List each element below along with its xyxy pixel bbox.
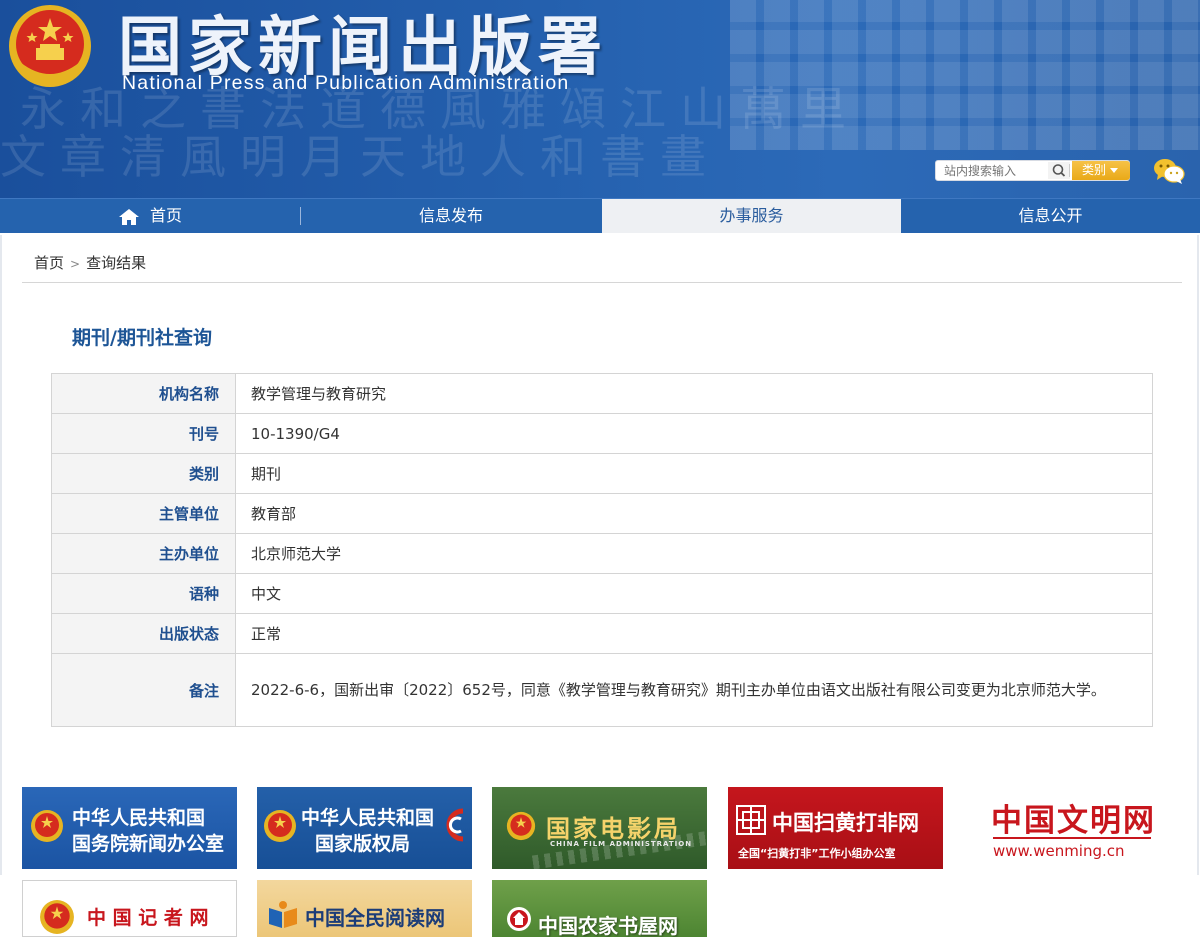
link-shdf[interactable]: 中国扫黄打非网 全国“扫黄打非”工作小组办公室 bbox=[728, 787, 943, 869]
wechat-icon[interactable] bbox=[1153, 157, 1185, 185]
result-table: 机构名称 教学管理与教育研究 刊号 10-1390/G4 类别 期刊 主管单位 … bbox=[51, 373, 1153, 727]
field-label: 备注 bbox=[51, 653, 236, 727]
banner-subtitle: 国务院新闻办公室 bbox=[72, 833, 225, 855]
table-row: 类别 期刊 bbox=[51, 453, 1153, 494]
field-label: 语种 bbox=[51, 573, 236, 614]
main-nav: 首页 信息发布 办事服务 信息公开 bbox=[0, 198, 1200, 233]
field-value: 教育部 bbox=[235, 493, 1153, 534]
national-emblem-icon bbox=[40, 900, 74, 934]
banner-title: 中华人民共和国 bbox=[72, 807, 206, 829]
chevron-down-icon bbox=[1110, 168, 1119, 173]
national-emblem-icon bbox=[506, 811, 536, 841]
banner-title: 国家电影局 bbox=[546, 815, 681, 843]
banner-subtitle: www.wenming.cn bbox=[993, 842, 1125, 860]
nav-item-info-disclosure[interactable]: 信息公开 bbox=[901, 199, 1200, 233]
nav-item-info-release[interactable]: 信息发布 bbox=[301, 199, 601, 233]
link-wenming[interactable]: 中国文明网 www.wenming.cn bbox=[963, 787, 1178, 869]
table-row: 机构名称 教学管理与教育研究 bbox=[51, 373, 1153, 414]
nav-label: 首页 bbox=[149, 206, 182, 225]
banner-title: 中华人民共和国 bbox=[301, 807, 435, 829]
link-ncac[interactable]: 中华人民共和国 国家版权局 bbox=[257, 787, 472, 869]
field-label: 刊号 bbox=[51, 413, 236, 454]
farmhouse-logo-icon bbox=[507, 907, 531, 931]
shdf-logo-icon bbox=[736, 805, 766, 835]
table-row: 出版状态 正常 bbox=[51, 613, 1153, 654]
national-emblem-icon[interactable] bbox=[6, 2, 94, 90]
nav-label: 信息公开 bbox=[1018, 206, 1083, 225]
national-emblem-icon bbox=[264, 810, 296, 842]
field-value: 期刊 bbox=[235, 453, 1153, 494]
banner-title: 中国全民阅读网 bbox=[305, 906, 445, 930]
table-row: 主管单位 教育部 bbox=[51, 493, 1153, 534]
table-row: 语种 中文 bbox=[51, 573, 1153, 614]
field-value: 正常 bbox=[235, 613, 1153, 654]
search-icon[interactable] bbox=[1048, 162, 1070, 179]
field-label: 机构名称 bbox=[51, 373, 236, 414]
category-label: 类别 bbox=[1082, 163, 1107, 177]
banner-title: 中国文明网 bbox=[991, 803, 1156, 839]
link-scio[interactable]: 中华人民共和国 国务院新闻办公室 bbox=[22, 787, 237, 869]
nav-item-services[interactable]: 办事服务 bbox=[602, 199, 901, 233]
nav-item-home[interactable]: 首页 bbox=[0, 199, 300, 233]
breadcrumb-current: 查询结果 bbox=[86, 254, 147, 272]
table-row: 备注 2022-6-6，国新出审〔2022〕652号，同意《教学管理与教育研究》… bbox=[51, 653, 1153, 727]
nav-label: 办事服务 bbox=[719, 206, 784, 225]
page-title: 期刊/期刊社查询 bbox=[72, 327, 212, 349]
field-label: 类别 bbox=[51, 453, 236, 494]
banner-title: 中国农家书屋网 bbox=[538, 914, 678, 937]
link-farmhouse-library[interactable]: 中国农家书屋网 bbox=[492, 880, 707, 937]
site-header: 永和之書法道德風雅頌江山萬里 文章清風明月天地人和書畫 国家新闻出版署 Nati… bbox=[0, 0, 1200, 198]
breadcrumb: 首页 > 查询结果 bbox=[34, 252, 146, 273]
page-border bbox=[1197, 235, 1199, 875]
page-border bbox=[0, 235, 2, 875]
link-journalist[interactable]: 中 国 记 者 网 bbox=[22, 880, 237, 937]
book-icon bbox=[269, 901, 297, 928]
home-icon bbox=[118, 208, 139, 225]
site-subtitle: National Press and Publication Administr… bbox=[122, 72, 570, 94]
divider bbox=[993, 837, 1151, 839]
copyright-logo-icon bbox=[446, 808, 464, 842]
banner-title: 中国扫黄打非网 bbox=[772, 811, 919, 835]
header-calligraphy: 文章清風明月天地人和書畫 bbox=[0, 130, 720, 184]
field-value: 中文 bbox=[235, 573, 1153, 614]
table-row: 主办单位 北京师范大学 bbox=[51, 533, 1153, 574]
table-row: 刊号 10-1390/G4 bbox=[51, 413, 1153, 454]
field-value: 10-1390/G4 bbox=[235, 413, 1153, 454]
category-dropdown[interactable]: 类别 bbox=[1072, 161, 1130, 180]
banner-title: 中 国 记 者 网 bbox=[87, 907, 209, 929]
banner-subtitle: 全国“扫黄打非”工作小组办公室 bbox=[738, 847, 896, 860]
search-input[interactable] bbox=[936, 161, 1048, 180]
banner-subtitle: 国家版权局 bbox=[315, 833, 411, 855]
nav-label: 信息发布 bbox=[418, 206, 483, 225]
breadcrumb-home-link[interactable]: 首页 bbox=[34, 254, 64, 272]
field-label: 出版状态 bbox=[51, 613, 236, 654]
national-emblem-icon bbox=[31, 810, 63, 842]
divider bbox=[22, 282, 1182, 283]
field-label: 主管单位 bbox=[51, 493, 236, 534]
field-value: 教学管理与教育研究 bbox=[235, 373, 1153, 414]
search-box: 类别 bbox=[935, 160, 1130, 181]
banner-subtitle: CHINA FILM ADMINISTRATION bbox=[550, 840, 693, 848]
field-label: 主办单位 bbox=[51, 533, 236, 574]
field-value: 北京师范大学 bbox=[235, 533, 1153, 574]
field-value: 2022-6-6，国新出审〔2022〕652号，同意《教学管理与教育研究》期刊主… bbox=[235, 653, 1153, 727]
link-film-administration[interactable]: 国家电影局 CHINA FILM ADMINISTRATION bbox=[492, 787, 707, 869]
link-national-reading[interactable]: 中国全民阅读网 bbox=[257, 880, 472, 937]
breadcrumb-separator: > bbox=[70, 257, 81, 271]
